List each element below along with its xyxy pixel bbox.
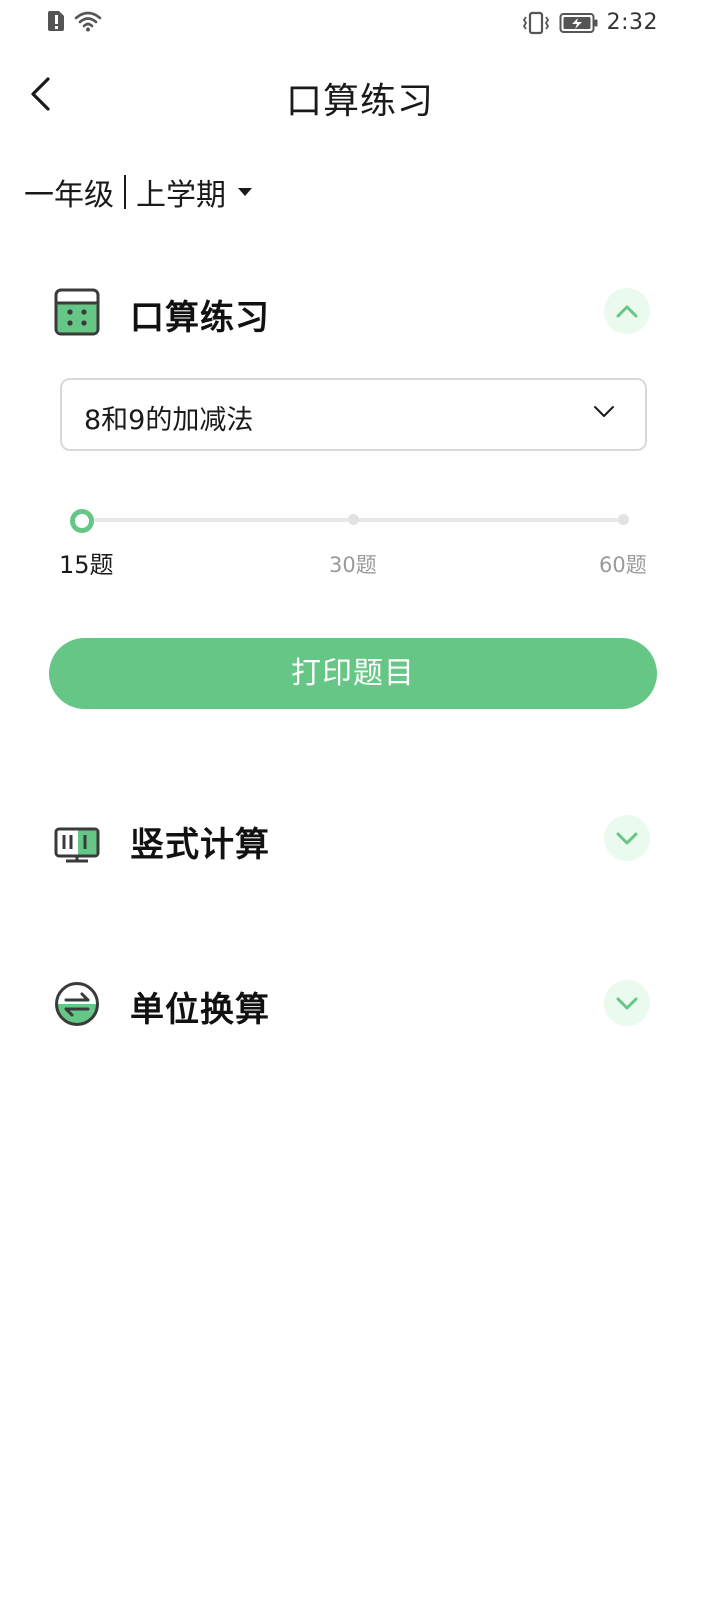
section-title: 口算练习 — [130, 298, 270, 338]
topic-select-value: 8和9的加减法 — [84, 405, 254, 436]
section-header-vertical-calc[interactable]: 竖式计算 — [24, 803, 696, 873]
slider-label-30[interactable]: 30题 — [329, 549, 377, 579]
status-time: 2:32 — [606, 10, 658, 35]
topic-select[interactable]: 8和9的加减法 — [60, 378, 647, 451]
chevron-down-icon — [616, 997, 638, 1010]
chevron-up-icon — [616, 305, 638, 318]
section-oral-calc: 口算练习 — [24, 276, 696, 346]
collapse-button[interactable] — [604, 288, 650, 334]
page-title: 口算练习 — [285, 81, 434, 122]
term-label: 上学期 — [136, 178, 226, 213]
chevron-down-icon — [616, 832, 638, 845]
grade-divider — [124, 175, 126, 209]
section-header-oral-calc[interactable]: 口算练习 — [24, 276, 696, 346]
status-bar: 2:32 — [0, 0, 720, 48]
grade-term-selector[interactable]: 一年级 上学期 — [24, 170, 252, 214]
section-title: 单位换算 — [130, 990, 270, 1030]
wifi-icon — [74, 11, 102, 32]
slider-tick-60[interactable] — [618, 514, 629, 525]
status-left-icons — [46, 10, 102, 32]
calculator-icon — [54, 288, 100, 336]
slider-label-60[interactable]: 60题 — [599, 549, 647, 579]
grade-label: 一年级 — [24, 178, 114, 213]
vibrate-icon — [522, 11, 549, 34]
status-right-icons: 2:32 — [521, 10, 658, 35]
battery-icon — [559, 12, 598, 33]
vertical-calc-icon — [54, 827, 100, 863]
question-count-slider[interactable] — [70, 505, 630, 535]
expand-button[interactable] — [604, 815, 650, 861]
slider-tick-30[interactable] — [348, 514, 359, 525]
section-title: 竖式计算 — [130, 825, 270, 865]
alert-icon — [48, 11, 64, 31]
slider-label-15[interactable]: 15题 — [59, 545, 114, 580]
header: 口算练习 — [0, 60, 720, 130]
section-header-unit-convert[interactable]: 单位换算 — [24, 968, 696, 1038]
slider-thumb[interactable] — [70, 509, 94, 533]
unit-convert-icon — [55, 982, 99, 1026]
print-button[interactable]: 打印题目 — [49, 638, 657, 709]
section-vertical-calc: 竖式计算 — [24, 803, 696, 873]
section-unit-convert: 单位换算 — [24, 968, 696, 1038]
chevron-down-icon — [594, 406, 614, 417]
expand-button[interactable] — [604, 980, 650, 1026]
caret-down-icon — [238, 188, 252, 196]
